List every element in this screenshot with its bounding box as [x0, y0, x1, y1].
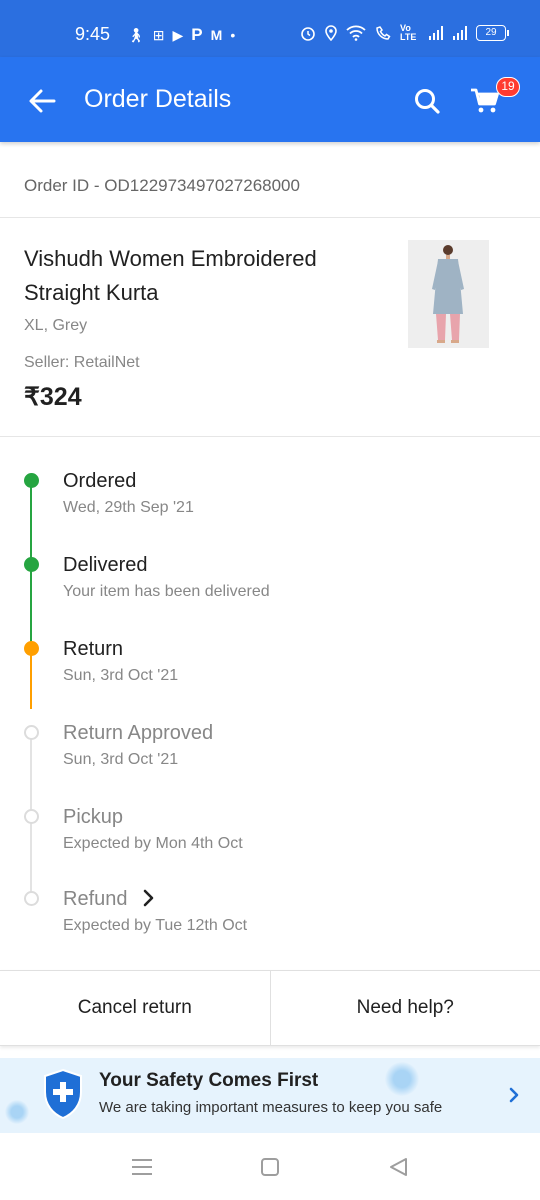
- home-square-icon[interactable]: [257, 1155, 283, 1179]
- signal-icon-2: [453, 26, 467, 40]
- product-card[interactable]: Vishudh Women Embroidered Straight Kurta…: [0, 218, 540, 437]
- timeline-title-delivered: Delivered: [63, 554, 148, 576]
- timeline-refund-row[interactable]: Refund: [63, 888, 155, 911]
- action-bar: Cancel return Need help?: [0, 970, 540, 1046]
- timeline-dot-pickup: [24, 809, 39, 824]
- timeline-dot-return-approved: [24, 725, 39, 740]
- product-variant: XL, Grey: [24, 317, 88, 334]
- cart-icon[interactable]: [470, 87, 500, 115]
- timeline-dot-refund: [24, 891, 39, 906]
- product-price: ₹324: [24, 383, 82, 411]
- timeline-sub-refund: Expected by Tue 12th Oct: [63, 917, 248, 934]
- signal-icon-1: [429, 26, 443, 40]
- timeline-sub-ordered: Wed, 29th Sep '21: [63, 499, 194, 516]
- chevron-right-icon[interactable]: [143, 889, 155, 907]
- back-triangle-icon[interactable]: [386, 1155, 412, 1179]
- timeline-dot-delivered: [24, 557, 39, 572]
- timeline-title-refund[interactable]: Refund: [63, 888, 128, 910]
- chevron-right-icon[interactable]: [508, 1086, 520, 1104]
- timeline-sub-return-approved: Sun, 3rd Oct '21: [63, 751, 179, 768]
- product-seller: Seller: RetailNet: [24, 354, 140, 371]
- mail-icon: M: [210, 27, 223, 43]
- safety-subtitle: We are taking important measures to keep…: [99, 1099, 443, 1116]
- product-image[interactable]: [408, 240, 489, 348]
- order-id-text: Order ID - OD122973497027268000: [24, 176, 300, 195]
- safety-title: Your Safety Comes First: [99, 1070, 319, 1091]
- timeline-title-return-approved: Return Approved: [63, 722, 214, 744]
- timeline-sub-return: Sun, 3rd Oct '21: [63, 667, 179, 684]
- app-grid-icon: ⊞: [152, 27, 165, 43]
- germ-decoration-icon: [5, 1100, 29, 1124]
- status-notification-icons: 🚶︎ ⊞ ▶︎ P M •: [127, 26, 235, 44]
- wifi-calling-icon: [376, 26, 391, 40]
- germ-decoration-icon: [385, 1062, 419, 1096]
- cart-count-badge: 19: [496, 77, 520, 97]
- order-id-section: Order ID - OD122973497027268000: [0, 142, 540, 218]
- timeline-title-ordered: Ordered: [63, 470, 137, 492]
- status-bar: 9:45 🚶︎ ⊞ ▶︎ P M • Vo LTE 29: [0, 0, 540, 57]
- cancel-return-button[interactable]: Cancel return: [0, 971, 270, 1045]
- timeline-sub-delivered: Your item has been delivered: [63, 583, 270, 600]
- battery-icon: 29: [476, 25, 509, 41]
- wifi-icon: [346, 25, 366, 41]
- kurta-model-illustration: [408, 240, 489, 348]
- timeline-line-current: [30, 649, 32, 709]
- timeline-sub-pickup: Expected by Mon 4th Oct: [63, 835, 243, 852]
- system-nav-bar: [0, 1133, 540, 1200]
- order-timeline: Ordered Wed, 29th Sep '21 Delivered Your…: [0, 437, 540, 970]
- timeline-dot-return: [24, 641, 39, 656]
- back-arrow-icon[interactable]: [26, 85, 58, 117]
- menu-icon[interactable]: [129, 1155, 155, 1179]
- app-bar: Order Details 19: [0, 57, 540, 142]
- timeline-title-pickup: Pickup: [63, 806, 124, 828]
- volte-label: Vo LTE: [400, 23, 417, 42]
- search-icon[interactable]: [413, 87, 441, 115]
- shield-icon: [44, 1068, 82, 1120]
- battery-level: 29: [485, 27, 497, 38]
- status-system-icons: Vo LTE 29: [300, 23, 509, 42]
- alarm-icon: [301, 27, 315, 41]
- play-icon: ▶︎: [172, 27, 184, 43]
- page-title: Order Details: [84, 85, 232, 113]
- safety-banner[interactable]: Your Safety Comes First We are taking im…: [0, 1058, 540, 1133]
- timeline-title-return: Return: [63, 638, 124, 660]
- timeline-dot-ordered: [24, 473, 39, 488]
- need-help-button[interactable]: Need help?: [269, 971, 540, 1045]
- dot-icon: •: [230, 27, 236, 43]
- location-icon: [325, 25, 337, 41]
- product-title[interactable]: Vishudh Women Embroidered Straight Kurta: [24, 242, 374, 310]
- accessibility-icon: 🚶︎: [127, 27, 145, 43]
- paytm-icon: P: [191, 25, 203, 44]
- status-time: 9:45: [75, 24, 111, 44]
